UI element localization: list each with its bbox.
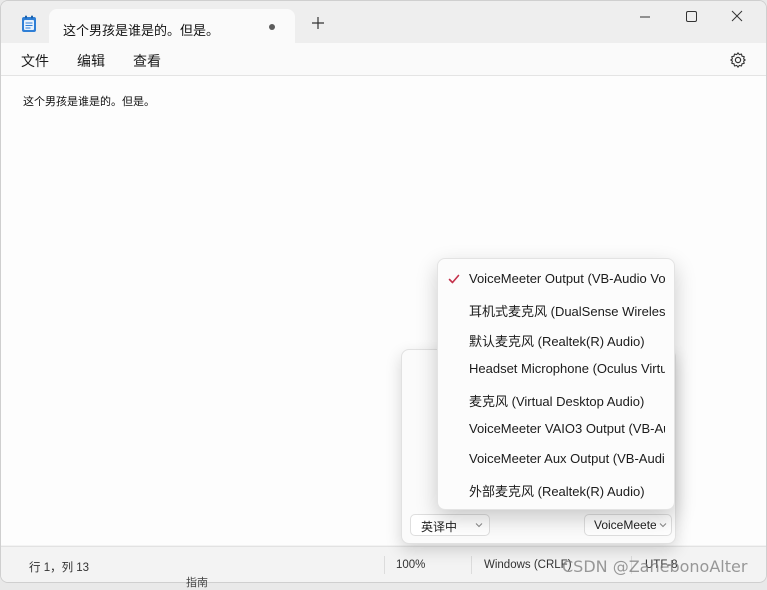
checkmark-icon: [448, 274, 460, 284]
title-bar: 这个男孩是谁是的。但是。: [1, 1, 766, 43]
microphone-option-label: Headset Microphone (Oculus Virtual Audio…: [469, 361, 665, 376]
microphone-option-label: 外部麦克风 (Realtek(R) Audio): [469, 484, 645, 499]
microphone-option-label: 耳机式麦克风 (DualSense Wireless Controller): [469, 304, 665, 319]
language-select-value: 英译中: [421, 520, 458, 534]
menu-bar: 文件 编辑 查看: [1, 43, 766, 76]
microphone-option[interactable]: 默认麦克风 (Realtek(R) Audio): [438, 324, 674, 354]
microphone-option[interactable]: 耳机式麦克风 (DualSense Wireless Controller): [438, 294, 674, 324]
menu-view[interactable]: 查看: [133, 51, 161, 71]
status-divider: [471, 556, 472, 574]
status-divider: [384, 556, 385, 574]
notepad-app-icon: [22, 15, 36, 32]
microphone-option-label: VoiceMeeter Aux Output (VB-Audio VoiceMe…: [469, 451, 665, 466]
settings-gear-icon[interactable]: [729, 51, 747, 69]
cursor-position: 行 1，列 13: [29, 562, 90, 574]
microphone-select-value: VoiceMeeter Output: [594, 518, 656, 532]
microphone-option-label: VoiceMeeter Output (VB-Audio VoiceMeeter…: [469, 271, 665, 286]
tab-title: 这个男孩是谁是的。但是。: [63, 23, 220, 38]
background-window-text: 指南: [186, 577, 208, 589]
minimize-icon[interactable]: [623, 5, 667, 29]
maximize-icon[interactable]: [669, 5, 713, 29]
microphone-option[interactable]: VoiceMeeter Output (VB-Audio VoiceMeeter…: [438, 264, 674, 294]
microphone-option[interactable]: Headset Microphone (Oculus Virtual Audio…: [438, 354, 674, 384]
new-tab-plus-icon[interactable]: [311, 16, 325, 30]
document-tab[interactable]: 这个男孩是谁是的。但是。: [49, 9, 295, 43]
unsaved-dot-icon[interactable]: [269, 24, 275, 30]
microphone-option-label: 麦克风 (Virtual Desktop Audio): [469, 394, 645, 409]
menu-file[interactable]: 文件: [21, 51, 49, 71]
microphone-option[interactable]: VoiceMeeter VAIO3 Output (VB-Audio Voice…: [438, 414, 674, 444]
microphone-option-label: VoiceMeeter VAIO3 Output (VB-Audio Voice…: [469, 421, 665, 436]
language-select[interactable]: 英译中: [410, 514, 490, 536]
editor-content: 这个男孩是谁是的。但是。: [23, 96, 155, 108]
chevron-down-icon: [659, 523, 667, 528]
microphone-select[interactable]: VoiceMeeter Output: [584, 514, 672, 536]
zoom-level[interactable]: 100%: [396, 559, 425, 571]
line-ending[interactable]: Windows (CRLF): [484, 559, 572, 571]
csdn-watermark: CSDN @ZanebonoAlter: [562, 557, 748, 576]
close-icon[interactable]: [715, 5, 759, 29]
menu-edit[interactable]: 编辑: [77, 51, 105, 71]
microphone-option[interactable]: 麦克风 (Virtual Desktop Audio): [438, 384, 674, 414]
microphone-option[interactable]: 外部麦克风 (Realtek(R) Audio): [438, 474, 674, 504]
chevron-down-icon: [475, 523, 483, 528]
microphone-option[interactable]: VoiceMeeter Aux Output (VB-Audio VoiceMe…: [438, 444, 674, 474]
microphone-dropdown: VoiceMeeter Output (VB-Audio VoiceMeeter…: [437, 258, 675, 510]
microphone-option-label: 默认麦克风 (Realtek(R) Audio): [469, 334, 645, 349]
